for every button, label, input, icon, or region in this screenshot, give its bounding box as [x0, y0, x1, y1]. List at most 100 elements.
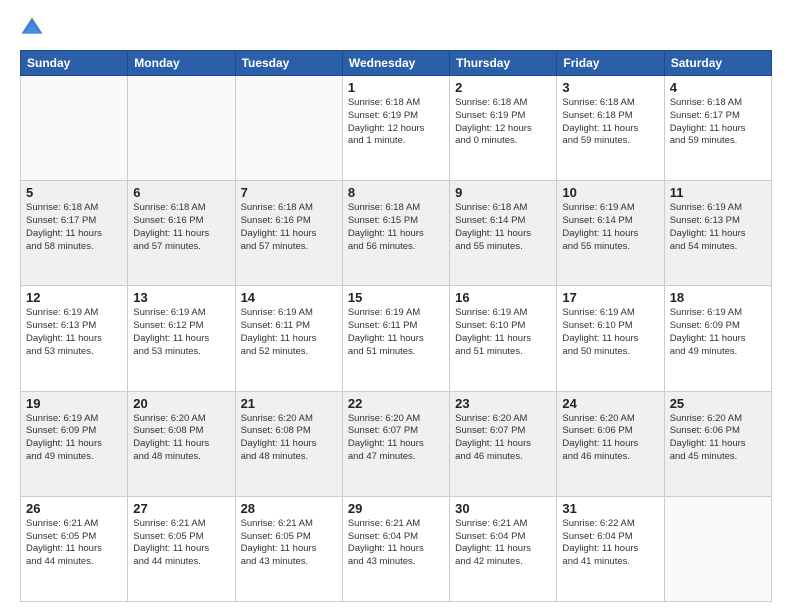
calendar-cell: 7Sunrise: 6:18 AM Sunset: 6:16 PM Daylig… [235, 181, 342, 286]
weekday-header-tuesday: Tuesday [235, 51, 342, 76]
calendar-cell: 31 Sunrise: 6:22 AM Sunset: 6:04 PM Dayli… [557, 496, 664, 601]
day-info: Sunrise: 6:18 AM Sunset: 6:19 PM Dayligh… [455, 97, 551, 148]
calendar-cell: 18Sunrise: 6:19 AM Sunset: 6:09 PM Dayli… [664, 286, 771, 391]
day-number: 4 [670, 80, 766, 95]
weekday-header-friday: Friday [557, 51, 664, 76]
day-number: 29 [348, 501, 444, 516]
calendar: SundayMondayTuesdayWednesdayThursdayFrid… [20, 50, 772, 602]
day-number: 18 [670, 290, 766, 305]
calendar-row-3: 19 Sunrise: 6:19 AM Sunset: 6:09 PM Dayli… [21, 391, 772, 496]
day-info: Sunrise: 6:19 AM Sunset: 6:13 PM Dayligh… [670, 202, 766, 253]
calendar-cell [128, 76, 235, 181]
day-info: Sunrise: 6:19 AM Sunset: 6:11 PM Dayligh… [241, 307, 337, 358]
weekday-header-saturday: Saturday [664, 51, 771, 76]
day-info: Sunrise: 6:21 AM Sunset: 6:04 PM Dayligh… [455, 518, 551, 569]
day-info: Sunrise: 6:21 AM Sunset: 6:04 PM Dayligh… [348, 518, 444, 569]
day-info: Sunrise: 6:19 AM Sunset: 6:12 PM Dayligh… [133, 307, 229, 358]
calendar-cell: 1 Sunrise: 6:18 AM Sunset: 6:19 PM Daylig… [342, 76, 449, 181]
calendar-cell: 11 Sunrise: 6:19 AM Sunset: 6:13 PM Dayli… [664, 181, 771, 286]
day-number: 23 [455, 396, 551, 411]
calendar-cell: 9 Sunrise: 6:18 AM Sunset: 6:14 PM Daylig… [450, 181, 557, 286]
day-number: 31 [562, 501, 658, 516]
day-number: 21 [241, 396, 337, 411]
calendar-cell: 12 Sunrise: 6:19 AM Sunset: 6:13 PM Dayli… [21, 286, 128, 391]
calendar-cell: 21 Sunrise: 6:20 AM Sunset: 6:08 PM Dayli… [235, 391, 342, 496]
day-number: 17 [562, 290, 658, 305]
calendar-row-4: 26 Sunrise: 6:21 AM Sunset: 6:05 PM Dayli… [21, 496, 772, 601]
calendar-cell: 23 Sunrise: 6:20 AM Sunset: 6:07 PM Dayli… [450, 391, 557, 496]
calendar-cell [664, 496, 771, 601]
calendar-row-2: 12 Sunrise: 6:19 AM Sunset: 6:13 PM Dayli… [21, 286, 772, 391]
header [20, 16, 772, 40]
day-number: 25 [670, 396, 766, 411]
day-info: Sunrise: 6:21 AM Sunset: 6:05 PM Dayligh… [26, 518, 122, 569]
day-info: Sunrise: 6:19 AM Sunset: 6:09 PM Dayligh… [26, 413, 122, 464]
calendar-cell: 6 Sunrise: 6:18 AM Sunset: 6:16 PM Daylig… [128, 181, 235, 286]
weekday-header-row: SundayMondayTuesdayWednesdayThursdayFrid… [21, 51, 772, 76]
calendar-cell: 24 Sunrise: 6:20 AM Sunset: 6:06 PM Dayli… [557, 391, 664, 496]
calendar-cell: 5 Sunrise: 6:18 AM Sunset: 6:17 PM Daylig… [21, 181, 128, 286]
calendar-cell: 16 Sunrise: 6:19 AM Sunset: 6:10 PM Dayli… [450, 286, 557, 391]
day-info: Sunrise: 6:18 AM Sunset: 6:14 PM Dayligh… [455, 202, 551, 253]
day-info: Sunrise: 6:19 AM Sunset: 6:13 PM Dayligh… [26, 307, 122, 358]
day-info: Sunrise: 6:19 AM Sunset: 6:10 PM Dayligh… [562, 307, 658, 358]
day-info: Sunrise: 6:19 AM Sunset: 6:11 PM Dayligh… [348, 307, 444, 358]
day-number: 6 [133, 185, 229, 200]
day-number: 11 [670, 185, 766, 200]
calendar-cell: 3Sunrise: 6:18 AM Sunset: 6:18 PM Daylig… [557, 76, 664, 181]
calendar-cell: 27 Sunrise: 6:21 AM Sunset: 6:05 PM Dayli… [128, 496, 235, 601]
calendar-cell: 26 Sunrise: 6:21 AM Sunset: 6:05 PM Dayli… [21, 496, 128, 601]
day-number: 22 [348, 396, 444, 411]
calendar-cell: 8 Sunrise: 6:18 AM Sunset: 6:15 PM Daylig… [342, 181, 449, 286]
calendar-cell: 10 Sunrise: 6:19 AM Sunset: 6:14 PM Dayli… [557, 181, 664, 286]
day-number: 27 [133, 501, 229, 516]
day-number: 8 [348, 185, 444, 200]
day-number: 28 [241, 501, 337, 516]
day-number: 26 [26, 501, 122, 516]
day-info: Sunrise: 6:20 AM Sunset: 6:07 PM Dayligh… [348, 413, 444, 464]
day-info: Sunrise: 6:18 AM Sunset: 6:16 PM Dayligh… [133, 202, 229, 253]
calendar-cell: 28 Sunrise: 6:21 AM Sunset: 6:05 PM Dayli… [235, 496, 342, 601]
calendar-cell: 2 Sunrise: 6:18 AM Sunset: 6:19 PM Daylig… [450, 76, 557, 181]
day-info: Sunrise: 6:19 AM Sunset: 6:14 PM Dayligh… [562, 202, 658, 253]
logo [20, 16, 48, 40]
day-info: Sunrise: 6:22 AM Sunset: 6:04 PM Dayligh… [562, 518, 658, 569]
calendar-cell: 15Sunrise: 6:19 AM Sunset: 6:11 PM Dayli… [342, 286, 449, 391]
day-info: Sunrise: 6:18 AM Sunset: 6:19 PM Dayligh… [348, 97, 444, 148]
logo-icon [20, 16, 44, 40]
day-info: Sunrise: 6:18 AM Sunset: 6:17 PM Dayligh… [26, 202, 122, 253]
day-number: 7 [241, 185, 337, 200]
day-number: 30 [455, 501, 551, 516]
day-number: 24 [562, 396, 658, 411]
day-number: 5 [26, 185, 122, 200]
weekday-header-wednesday: Wednesday [342, 51, 449, 76]
calendar-cell: 25 Sunrise: 6:20 AM Sunset: 6:06 PM Dayli… [664, 391, 771, 496]
calendar-cell: 20Sunrise: 6:20 AM Sunset: 6:08 PM Dayli… [128, 391, 235, 496]
day-number: 9 [455, 185, 551, 200]
day-number: 3 [562, 80, 658, 95]
day-number: 19 [26, 396, 122, 411]
day-info: Sunrise: 6:19 AM Sunset: 6:10 PM Dayligh… [455, 307, 551, 358]
calendar-cell: 30 Sunrise: 6:21 AM Sunset: 6:04 PM Dayli… [450, 496, 557, 601]
calendar-cell: 4Sunrise: 6:18 AM Sunset: 6:17 PM Daylig… [664, 76, 771, 181]
calendar-cell: 19 Sunrise: 6:19 AM Sunset: 6:09 PM Dayli… [21, 391, 128, 496]
day-number: 2 [455, 80, 551, 95]
calendar-cell [21, 76, 128, 181]
day-number: 16 [455, 290, 551, 305]
day-info: Sunrise: 6:18 AM Sunset: 6:15 PM Dayligh… [348, 202, 444, 253]
day-number: 1 [348, 80, 444, 95]
day-info: Sunrise: 6:20 AM Sunset: 6:08 PM Dayligh… [241, 413, 337, 464]
day-info: Sunrise: 6:21 AM Sunset: 6:05 PM Dayligh… [133, 518, 229, 569]
weekday-header-thursday: Thursday [450, 51, 557, 76]
day-number: 10 [562, 185, 658, 200]
day-number: 20 [133, 396, 229, 411]
calendar-cell: 17 Sunrise: 6:19 AM Sunset: 6:10 PM Dayli… [557, 286, 664, 391]
calendar-row-1: 5 Sunrise: 6:18 AM Sunset: 6:17 PM Daylig… [21, 181, 772, 286]
day-info: Sunrise: 6:20 AM Sunset: 6:06 PM Dayligh… [670, 413, 766, 464]
day-info: Sunrise: 6:20 AM Sunset: 6:06 PM Dayligh… [562, 413, 658, 464]
day-info: Sunrise: 6:20 AM Sunset: 6:07 PM Dayligh… [455, 413, 551, 464]
day-info: Sunrise: 6:21 AM Sunset: 6:05 PM Dayligh… [241, 518, 337, 569]
day-number: 13 [133, 290, 229, 305]
day-number: 12 [26, 290, 122, 305]
calendar-cell: 29 Sunrise: 6:21 AM Sunset: 6:04 PM Dayli… [342, 496, 449, 601]
